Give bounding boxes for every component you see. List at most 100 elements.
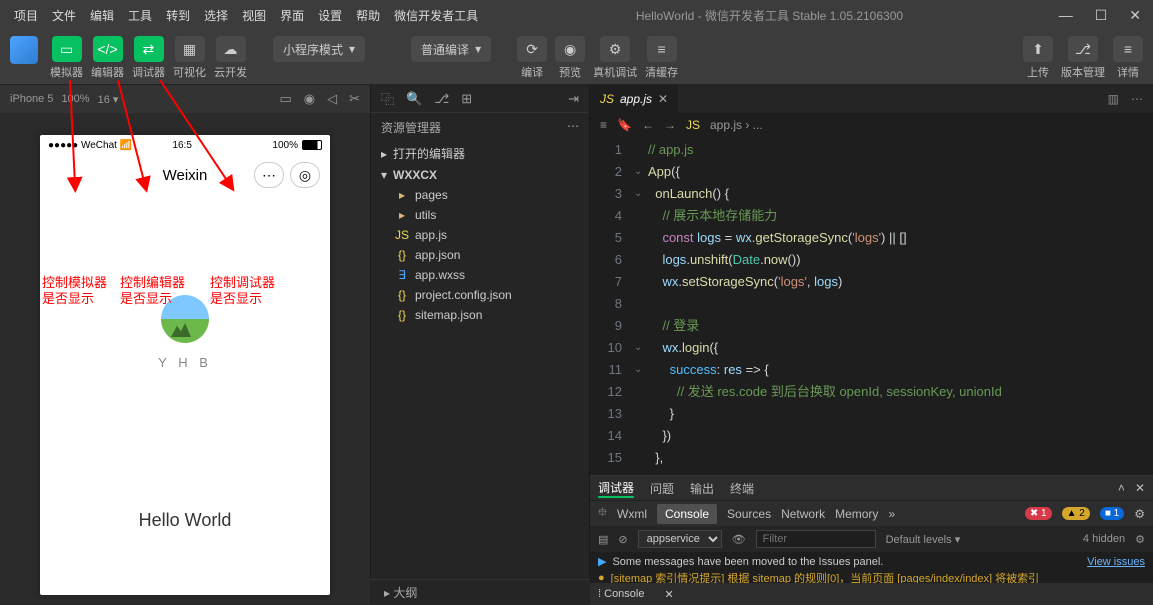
open-editors-section[interactable]: ▸ 打开的编辑器 [371, 142, 589, 165]
file-icon: {} [395, 308, 409, 322]
sub-sources[interactable]: Sources [727, 507, 771, 521]
collapse-icon[interactable]: ⇥ [568, 91, 579, 107]
file-utils[interactable]: ▸utils [371, 205, 589, 225]
device-select[interactable]: iPhone 5 [10, 93, 53, 105]
outline-section[interactable]: ▸ 大纲 [370, 579, 590, 605]
debugger-toggle[interactable]: ⇄ [134, 36, 164, 62]
more-icon[interactable]: » [888, 507, 895, 521]
file-app.json[interactable]: {}app.json [371, 245, 589, 265]
mute-icon[interactable]: ◁ [327, 91, 337, 107]
filter-input[interactable] [756, 530, 876, 548]
more-icon[interactable]: ⋯ [1131, 92, 1143, 106]
zoom-select[interactable]: 100% [61, 93, 89, 105]
device-icon[interactable]: ▭ [279, 91, 291, 107]
menu-编辑[interactable]: 编辑 [84, 3, 120, 28]
capsule-close[interactable]: ◎ [290, 162, 320, 188]
clear-icon[interactable]: ⊘ [618, 533, 627, 546]
cloud-toggle[interactable]: ☁ [216, 36, 246, 62]
compile-button[interactable]: ⟳ [517, 36, 547, 62]
file-app.js[interactable]: JSapp.js [371, 225, 589, 245]
breadcrumb-path[interactable]: app.js › ... [710, 118, 763, 132]
minimize-button[interactable]: — [1055, 5, 1077, 26]
editor-tab[interactable]: JS app.js ✕ [590, 85, 678, 113]
forward-icon[interactable]: → [664, 118, 676, 132]
sub-wxml[interactable]: Wxml [617, 507, 647, 521]
tab-terminal[interactable]: 终端 [730, 480, 754, 497]
bookmark-icon[interactable]: 🔖 [617, 118, 632, 132]
close-button[interactable]: ✕ [1125, 5, 1145, 26]
close-icon[interactable]: ✕ [664, 588, 673, 601]
file-sitemap.json[interactable]: {}sitemap.json [371, 305, 589, 325]
more-icon[interactable]: ⋯ [567, 119, 579, 136]
menu-界面[interactable]: 界面 [274, 3, 310, 28]
real-debug-button[interactable]: ⚙ [600, 36, 630, 62]
tab-debugger[interactable]: 调试器 [598, 479, 634, 498]
sub-network[interactable]: Network [781, 507, 825, 521]
capsule-menu[interactable]: ⋯ [254, 162, 284, 188]
tab-output[interactable]: 输出 [690, 480, 714, 497]
compile-mode-select[interactable]: 普通编译▾ [411, 36, 491, 62]
levels-select[interactable]: Default levels ▾ [886, 533, 961, 546]
explorer-title: 资源管理器 [381, 119, 441, 136]
preview-button[interactable]: ◉ [555, 36, 585, 62]
code-area[interactable]: 1// app.js2⌄App({3⌄ onLaunch() {4 // 展示本… [590, 137, 1153, 475]
simulator-toggle[interactable]: ▭ [52, 36, 82, 62]
file-icon: ▸ [395, 208, 409, 222]
gear-icon[interactable]: ⚙ [1135, 533, 1145, 546]
gear-icon[interactable]: ⚙ [1134, 507, 1145, 521]
file-pages[interactable]: ▸pages [371, 185, 589, 205]
clear-cache-button[interactable]: ≡ [647, 36, 677, 62]
ext-icon[interactable]: ⊞ [461, 91, 472, 107]
warn-badge[interactable]: ▲ 2 [1062, 507, 1090, 520]
sub-console[interactable]: Console [657, 504, 717, 524]
hidden-count: 4 hidden [1083, 533, 1125, 545]
tab-problems[interactable]: 问题 [650, 480, 674, 497]
sub-memory[interactable]: Memory [835, 507, 878, 521]
file-project.config.json[interactable]: {}project.config.json [371, 285, 589, 305]
menu-视图[interactable]: 视图 [236, 3, 272, 28]
error-badge[interactable]: ✖ 1 [1025, 507, 1052, 520]
console-drawer[interactable]: ⁞ Console [598, 588, 644, 600]
file-icon: ∃ [395, 268, 409, 282]
menu-帮助[interactable]: 帮助 [350, 3, 386, 28]
view-issues-link[interactable]: View issues [1087, 556, 1145, 568]
search-icon[interactable]: 🔍 [406, 91, 422, 107]
battery-icon [302, 140, 322, 150]
inspect-icon[interactable]: ⯐ [598, 503, 607, 524]
menu-微信开发者工具[interactable]: 微信开发者工具 [388, 3, 484, 28]
menu-选择[interactable]: 选择 [198, 3, 234, 28]
info-badge[interactable]: ■ 1 [1100, 507, 1124, 520]
simulator-panel: iPhone 5 100% 16 ▾ ▭ ◉ ◁ ✂ ●●●●● WeChat … [0, 85, 370, 605]
compile-label: 编译 [521, 64, 543, 80]
toggle-icon[interactable]: ≡ [600, 118, 607, 132]
menu-文件[interactable]: 文件 [46, 3, 82, 28]
detail-button[interactable]: ≡ [1113, 36, 1143, 62]
sidebar-icon[interactable]: ▤ [598, 533, 608, 546]
scale-select[interactable]: 16 ▾ [98, 93, 119, 106]
eye-icon[interactable]: 👁 [732, 533, 746, 546]
close-icon[interactable]: ✕ [1135, 481, 1145, 495]
menu-工具[interactable]: 工具 [122, 3, 158, 28]
mode-select[interactable]: 小程序模式▾ [273, 36, 365, 62]
split-icon[interactable]: ▥ [1108, 92, 1119, 106]
menu-项目[interactable]: 项目 [8, 3, 44, 28]
close-tab-icon[interactable]: ✕ [658, 92, 668, 106]
version-button[interactable]: ⎇ [1068, 36, 1098, 62]
chevron-up-icon[interactable]: ˄ [1118, 481, 1125, 495]
context-select[interactable]: appservice [638, 530, 722, 548]
visual-toggle[interactable]: ▦ [175, 36, 205, 62]
record-icon[interactable]: ◉ [304, 91, 315, 107]
cut-icon[interactable]: ✂ [349, 91, 360, 107]
project-root[interactable]: ▾ WXXCX [371, 165, 589, 185]
file-app.wxss[interactable]: ∃app.wxss [371, 265, 589, 285]
main-menu: 项目文件编辑工具转到选择视图界面设置帮助微信开发者工具 [8, 3, 484, 28]
upload-button[interactable]: ⬆ [1023, 36, 1053, 62]
menu-设置[interactable]: 设置 [312, 3, 348, 28]
back-icon[interactable]: ← [642, 118, 654, 132]
menu-转到[interactable]: 转到 [160, 3, 196, 28]
status-bar: ●●●●● WeChat 📶 16:5 100% [40, 135, 330, 155]
explorer-icon[interactable]: ⿻ [381, 89, 394, 108]
maximize-button[interactable]: ☐ [1091, 5, 1112, 26]
editor-toggle[interactable]: </> [93, 36, 123, 62]
branch-icon[interactable]: ⎇ [434, 91, 449, 107]
